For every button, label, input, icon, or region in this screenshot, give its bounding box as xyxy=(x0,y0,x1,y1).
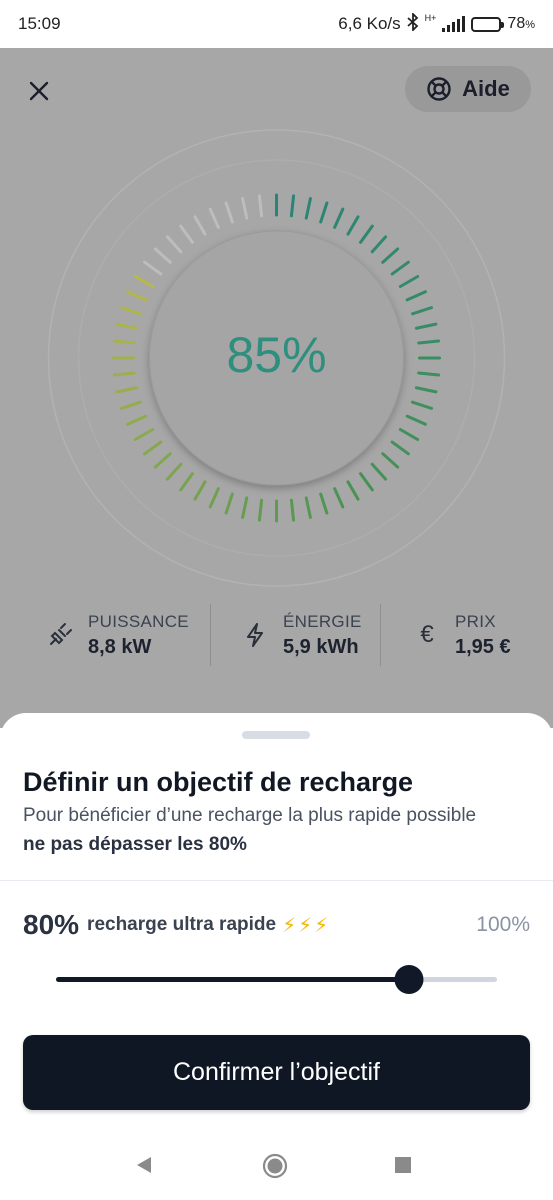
plug-icon xyxy=(46,621,74,649)
gauge-tick xyxy=(126,290,148,302)
gauge-tick xyxy=(304,197,312,220)
gauge-tick xyxy=(224,201,234,224)
gauge-tick xyxy=(193,215,207,236)
stat-energy: ÉNERGIE 5,9 kWh xyxy=(211,604,381,666)
bolt-icon xyxy=(241,621,269,649)
max-percent: 100% xyxy=(476,913,530,936)
gauge-tick xyxy=(333,207,345,229)
bluetooth-icon xyxy=(407,11,419,36)
charging-stats: PUISSANCE 8,8 kW ÉNERGIE 5,9 kWh € PRIX … xyxy=(0,604,553,666)
back-button[interactable] xyxy=(134,1155,154,1180)
euro-icon: € xyxy=(420,621,434,648)
gauge-tick xyxy=(319,492,329,515)
stat-price-value: 1,95 € xyxy=(455,635,511,658)
gauge-tick xyxy=(193,480,207,501)
sheet-title: Définir un objectif de recharge xyxy=(23,767,414,797)
gauge-tick xyxy=(359,472,374,492)
gauge-tick xyxy=(405,290,427,302)
gauge-tick xyxy=(143,440,163,456)
charge-percent: 85% xyxy=(226,327,327,383)
system-nav-bar xyxy=(0,1143,553,1187)
stat-price-label: PRIX xyxy=(455,611,496,631)
gauge-tick xyxy=(411,400,434,410)
signal-icon xyxy=(442,16,466,32)
recents-button[interactable] xyxy=(394,1156,412,1179)
battery-icon xyxy=(471,16,505,32)
sheet-description-bold: ne pas dépasser les 80% xyxy=(23,834,247,855)
battery-percent: 78% xyxy=(507,15,535,32)
target-slider[interactable] xyxy=(56,965,497,995)
gauge-tick xyxy=(346,480,360,501)
gauge-tick xyxy=(208,487,220,509)
gauge-tick xyxy=(370,235,388,254)
gauge-tick xyxy=(179,472,194,492)
gauge-tick xyxy=(208,207,220,229)
sheet-handle[interactable] xyxy=(242,731,310,739)
gauge-tick xyxy=(346,215,360,236)
home-button[interactable] xyxy=(262,1153,288,1184)
target-percent: 80% xyxy=(23,909,80,940)
charge-target-sheet: Définir un objectif de recharge Pour bén… xyxy=(0,713,553,1200)
stat-power-label: PUISSANCE xyxy=(88,611,189,631)
gauge-tick xyxy=(398,275,420,288)
gauge-tick xyxy=(319,201,329,224)
target-label: recharge ultra rapide xyxy=(87,914,277,935)
gauge-tick xyxy=(289,194,296,218)
gauge-tick xyxy=(405,414,427,426)
stat-power-value: 8,8 kW xyxy=(88,635,152,658)
gauge-tick xyxy=(390,440,410,456)
gauge-tick xyxy=(381,247,400,264)
gauge-tick xyxy=(119,400,142,410)
gauge-tick xyxy=(115,386,139,394)
gauge-tick xyxy=(359,224,374,244)
target-row: 80% recharge ultra rapide ⚡⚡⚡ 100% xyxy=(23,909,530,941)
gauge-tick xyxy=(411,306,434,316)
network-type: H+ xyxy=(424,12,437,23)
gauge-tick xyxy=(179,224,194,244)
gauge-tick xyxy=(153,247,172,264)
gauge-tick xyxy=(241,496,249,519)
gauge-tick xyxy=(119,306,142,316)
gauge-tick xyxy=(133,275,155,288)
gauge-tick xyxy=(224,492,234,515)
gauge-tick xyxy=(143,260,163,276)
gauge-tick xyxy=(133,428,155,441)
gauge-tick xyxy=(126,414,148,426)
status-bar: 15:09 6,6 Ko/s H+ 78% xyxy=(0,0,553,48)
slider-progress xyxy=(56,977,409,982)
gauge-tick xyxy=(414,386,438,394)
stat-energy-value: 5,9 kWh xyxy=(283,635,359,658)
gauge-tick xyxy=(153,452,172,469)
sheet-description: Pour bénéficier d’une recharge la plus r… xyxy=(23,805,477,826)
status-time: 15:09 xyxy=(18,14,61,33)
gauge-tick xyxy=(289,498,296,522)
stat-energy-label: ÉNERGIE xyxy=(283,611,362,631)
stat-power: PUISSANCE 8,8 kW xyxy=(0,604,211,666)
network-speed: 6,6 Ko/s xyxy=(338,14,401,33)
gauge-tick xyxy=(370,462,388,481)
slider-thumb[interactable] xyxy=(394,965,424,994)
gauge-tick xyxy=(381,452,400,469)
gauge-tick xyxy=(165,235,183,254)
gauge-tick xyxy=(333,487,345,509)
gauge-tick xyxy=(257,498,264,522)
gauge-tick xyxy=(304,496,312,519)
gauge-tick xyxy=(390,260,410,276)
confirm-button[interactable]: Confirmer l’objectif xyxy=(23,1035,530,1110)
divider xyxy=(0,880,553,881)
gauge-tick xyxy=(165,462,183,481)
bolt-icons: ⚡⚡⚡ xyxy=(282,914,331,937)
charging-screen: Aide 85% PUISSANCE 8,8 kW ÉNERGIE 5,9 kW… xyxy=(0,48,553,728)
gauge-tick xyxy=(398,428,420,441)
gauge-tick xyxy=(241,197,249,220)
stat-price: € PRIX 1,95 € xyxy=(381,604,553,666)
gauge-tick xyxy=(257,194,264,218)
